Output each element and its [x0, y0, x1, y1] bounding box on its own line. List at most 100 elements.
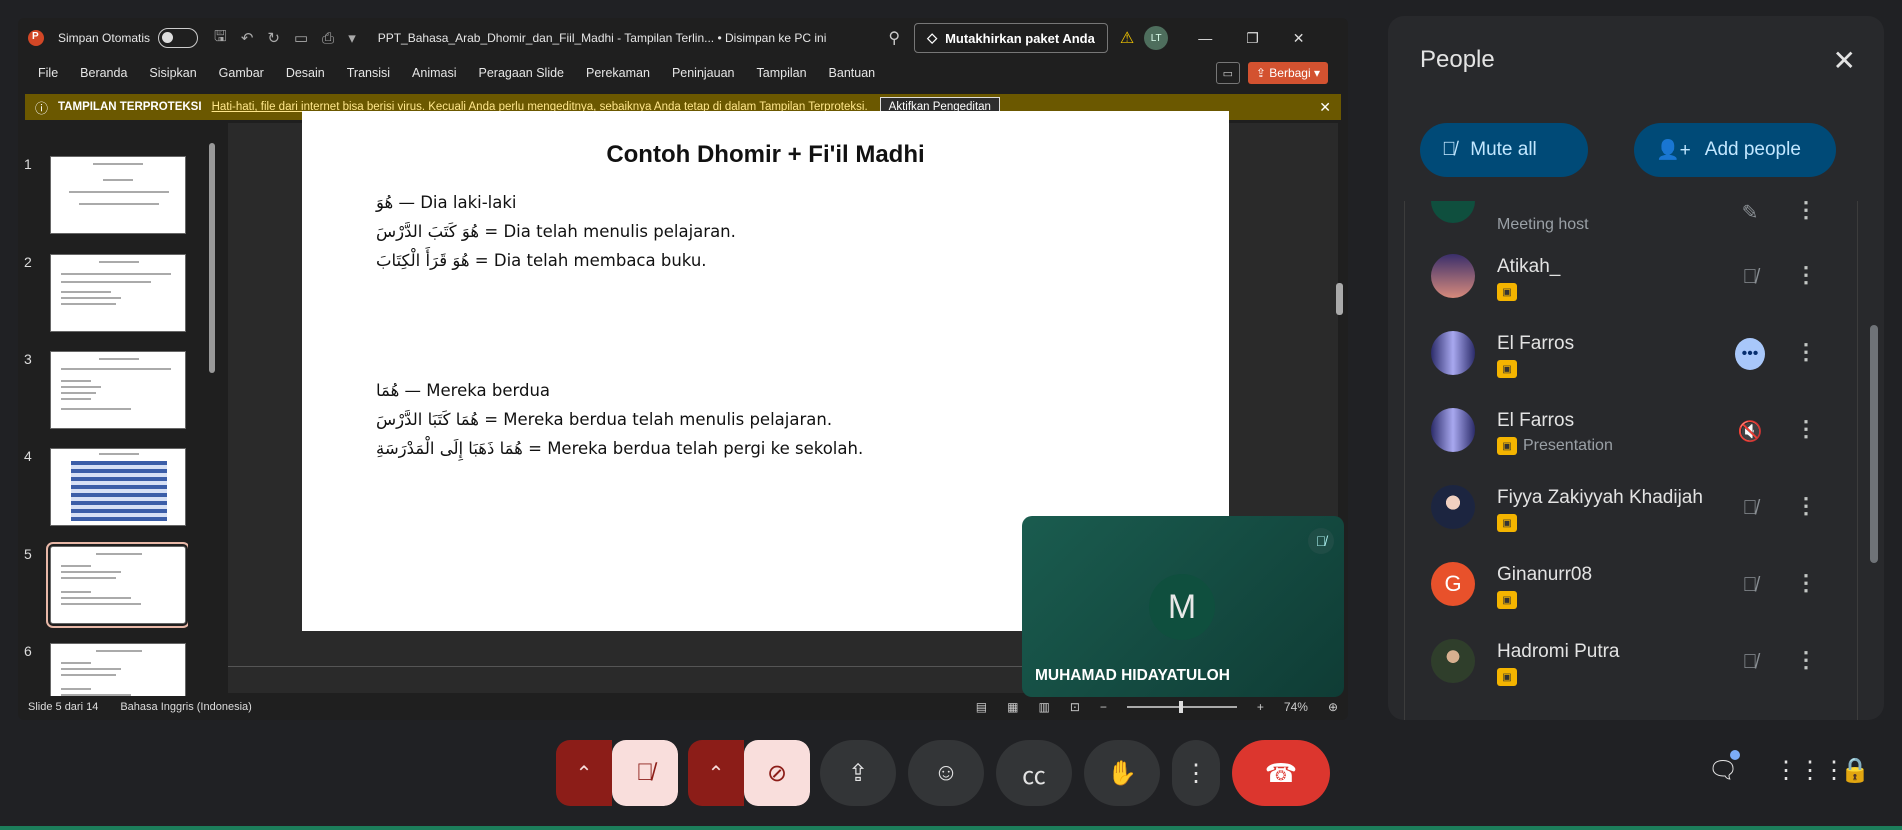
autosave-toggle[interactable] — [158, 28, 199, 48]
speaking-indicator-icon: ••• — [1735, 338, 1765, 370]
normal-view-icon[interactable]: ▤ — [976, 700, 987, 714]
volume-off-icon[interactable]: 🔇 — [1735, 416, 1765, 446]
ribbon-tabs: File Beranda Sisipkan Gambar Desain Tran… — [18, 58, 1348, 88]
mic-off-icon[interactable]: 🎙̸ — [1735, 493, 1765, 523]
tab-tampilan[interactable]: Tampilan — [757, 66, 807, 80]
video-options-chevron-up-icon[interactable]: ⌃ — [688, 740, 744, 806]
customize-icon[interactable]: ▾ — [348, 29, 356, 47]
slide-line: هُمَا كَتَبَا الدَّرْسَ = Mereka berdua … — [376, 410, 833, 429]
tab-transisi[interactable]: Transisi — [347, 66, 390, 80]
zoom-level[interactable]: 74% — [1284, 700, 1308, 714]
close-icon[interactable]: ✕ — [1833, 44, 1856, 77]
more-options-icon[interactable]: ⋮ — [1795, 262, 1817, 288]
fit-slide-icon[interactable]: ⊕ — [1328, 700, 1338, 714]
mic-off-icon: 🎙̸ — [1442, 139, 1457, 160]
thumbnail-slide-3[interactable]: 3 — [24, 351, 186, 431]
redo-icon[interactable]: ↻ — [267, 29, 280, 47]
add-person-icon: 👤+ — [1656, 140, 1691, 161]
search-icon[interactable]: ⚲ — [888, 28, 900, 48]
participant-name: Fiyya Zakiyyah Khadijah — [1497, 487, 1703, 508]
chat-icon[interactable]: 🗨 — [1708, 756, 1738, 785]
more-options-icon[interactable]: ⋮ — [1795, 339, 1817, 365]
sorter-view-icon[interactable]: ▦ — [1007, 700, 1018, 714]
slideshow-icon[interactable]: ⊡ — [1070, 700, 1080, 714]
tab-file[interactable]: File — [38, 66, 58, 80]
language[interactable]: Bahasa Inggris (Indonesia) — [120, 701, 251, 713]
mute-all-button[interactable]: 🎙̸ Mute all — [1420, 123, 1588, 177]
audio-options-chevron-up-icon[interactable]: ⌃ — [556, 740, 612, 806]
tab-sisipkan[interactable]: Sisipkan — [149, 66, 196, 80]
panel-title: People — [1420, 46, 1495, 73]
participant-name: MUHAMAD HIDAYATULOH — [1035, 667, 1230, 684]
people-scrollbar[interactable] — [1870, 325, 1878, 563]
tab-peragaan-slide[interactable]: Peragaan Slide — [479, 66, 564, 80]
thumbnail-slide-4[interactable]: 4 — [24, 448, 186, 528]
tab-perekaman[interactable]: Perekaman — [586, 66, 650, 80]
pin-icon[interactable]: ✎ — [1735, 201, 1765, 227]
zoom-out-icon[interactable]: − — [1100, 700, 1107, 714]
present-screen-icon[interactable]: ⇪ — [820, 740, 896, 806]
participant-status: Presentation — [1523, 437, 1613, 454]
warning-icon[interactable]: ⚠ — [1120, 28, 1134, 48]
emoji-icon[interactable]: ☺ — [908, 740, 984, 806]
thumbnail-slide-6[interactable]: 6 — [24, 643, 186, 696]
list-item[interactable]: El Farros ▣ ••• ⋮ — [1405, 315, 1857, 391]
close-icon[interactable]: ✕ — [1293, 30, 1305, 47]
list-item[interactable]: El Farros ▣ Presentation 🔇 ⋮ — [1405, 392, 1857, 468]
mic-off-icon[interactable]: 🎙̸ — [1735, 570, 1765, 600]
more-options-icon[interactable]: ⋮ — [1795, 570, 1817, 596]
upgrade-button[interactable]: ◇ Mutakhirkan paket Anda — [914, 23, 1108, 53]
activities-icon[interactable]: ⋮⋮⋮ — [1774, 756, 1846, 785]
tab-desain[interactable]: Desain — [286, 66, 325, 80]
present-icon[interactable]: ▭ — [294, 29, 308, 47]
more-options-icon[interactable]: ⋮ — [1795, 493, 1817, 519]
autosave-label: Simpan Otomatis — [58, 31, 151, 45]
document-title: PPT_Bahasa_Arab_Dhomir_dan_Fiil_Madhi - … — [377, 31, 827, 45]
add-people-label: Add people — [1704, 139, 1801, 160]
camera-off-icon[interactable]: ⊘ — [744, 740, 810, 806]
tab-animasi[interactable]: Animasi — [412, 66, 456, 80]
list-item[interactable]: Fiyya Zakiyyah Khadijah ▣ 🎙̸ ⋮ — [1405, 469, 1857, 545]
list-item[interactable]: Hadromi Putra ▣ 🎙̸ ⋮ — [1405, 623, 1857, 699]
list-item[interactable]: Meeting host ✎ ⋮ — [1405, 201, 1857, 239]
tab-peninjauan[interactable]: Peninjauan — [672, 66, 735, 80]
zoom-slider[interactable] — [1126, 701, 1237, 713]
more-options-icon[interactable]: ⋮ — [1795, 416, 1817, 442]
participant-tile[interactable]: M 🎙̸ MUHAMAD HIDAYATULOH — [1022, 516, 1344, 697]
minimize-icon[interactable]: — — [1198, 30, 1212, 47]
zoom-in-icon[interactable]: + — [1257, 700, 1264, 714]
user-avatar[interactable]: LT — [1144, 26, 1169, 50]
thumbnail-slide-5[interactable]: 5 — [24, 542, 188, 628]
close-icon[interactable]: ✕ — [1319, 99, 1331, 116]
participant-name: Ginanurr08 — [1497, 564, 1593, 585]
more-options-icon[interactable]: ⋮ — [1795, 201, 1817, 223]
mic-off-icon[interactable]: 🎙̸ — [1735, 262, 1765, 292]
tab-beranda[interactable]: Beranda — [80, 66, 127, 80]
thumbnail-slide-1[interactable]: 1 — [24, 156, 186, 236]
leave-call-icon[interactable]: ☎ — [1232, 740, 1330, 806]
captions-icon[interactable]: ㏄ — [996, 740, 1072, 806]
slide-title: Contoh Dhomir + Fi'il Madhi — [606, 141, 925, 168]
export-icon[interactable]: ⎙ — [322, 30, 334, 47]
tab-gambar[interactable]: Gambar — [219, 66, 264, 80]
host-controls-icon[interactable]: 🔒 — [1840, 756, 1870, 785]
more-options-icon[interactable]: ⋮ — [1795, 647, 1817, 673]
mic-off-icon[interactable]: 🎙̸ — [1735, 647, 1765, 677]
tab-bantuan[interactable]: Bantuan — [829, 66, 876, 80]
thumbnail-scrollbar[interactable] — [208, 133, 216, 703]
mic-off-icon[interactable]: 🎙̸ — [612, 740, 678, 806]
restore-icon[interactable]: ❐ — [1246, 30, 1259, 47]
reading-view-icon[interactable]: ▥ — [1038, 700, 1049, 714]
add-people-button[interactable]: 👤+ Add people — [1634, 123, 1836, 177]
thumbnail-slide-2[interactable]: 2 — [24, 254, 186, 334]
avatar — [1431, 254, 1475, 298]
more-options-icon[interactable]: ⋮ — [1172, 740, 1220, 806]
share-button[interactable]: ⇪ Berbagi ▾ — [1247, 62, 1328, 84]
list-item[interactable]: Atikah_ ▣ 🎙̸ ⋮ — [1405, 238, 1857, 314]
list-item[interactable]: G Ginanurr08 ▣ 🎙̸ ⋮ — [1405, 546, 1857, 622]
comment-icon[interactable]: ▭ — [1215, 62, 1240, 84]
raise-hand-icon[interactable]: ✋ — [1084, 740, 1160, 806]
save-icon[interactable]: 🖫 — [214, 26, 227, 51]
info-icon: ⓘ — [35, 100, 49, 116]
undo-icon[interactable]: ↶ — [241, 29, 254, 47]
